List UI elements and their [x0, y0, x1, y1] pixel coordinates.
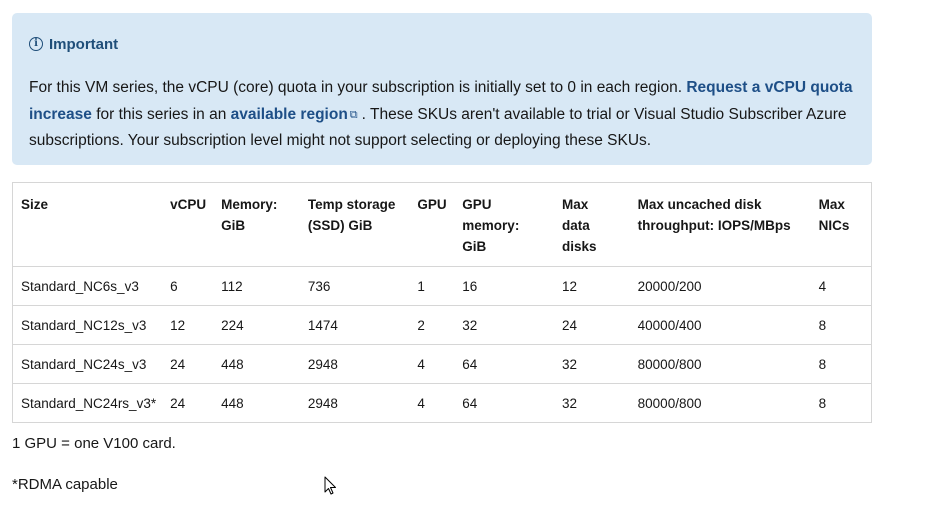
table-header-row: Size vCPU Memory: GiB Temp storage (SSD) G…: [13, 183, 872, 267]
mouse-cursor-icon: [324, 476, 336, 495]
cell-size: Standard_NC6s_v3: [12, 266, 163, 306]
cell-vcpu: 24: [162, 383, 214, 423]
info-icon: i: [29, 37, 43, 51]
alert-title-text: Important: [49, 35, 119, 53]
header-temp-storage: Temp storage (SSD) GiB: [307, 197, 396, 233]
important-alert: i Important For this VM series, the vCPU…: [12, 13, 872, 165]
available-region-link[interactable]: available region ⧉: [231, 106, 362, 123]
cell-gpu: 2: [409, 305, 455, 345]
cell-gpu-memory: 64: [454, 383, 554, 423]
header-gpu-memory: GPU memory: GiB: [462, 197, 520, 254]
cell-max-throughput: 80000/800: [629, 383, 811, 423]
cell-size: Standard_NC24s_v3: [12, 344, 163, 384]
cell-max-nics: 8: [810, 305, 872, 345]
cell-gpu: 4: [409, 383, 455, 423]
alert-text-1: For this VM series, the vCPU (core) quot…: [29, 79, 687, 96]
cell-size: Standard_NC24rs_v3*: [12, 383, 163, 423]
cell-gpu-memory: 32: [454, 305, 554, 345]
cell-memory: 448: [213, 344, 300, 384]
cell-temp-storage: 2948: [299, 383, 410, 423]
cell-gpu-memory: 64: [454, 344, 554, 384]
alert-title: i Important: [29, 33, 856, 55]
cell-max-nics: 8: [810, 344, 872, 384]
header-memory: Memory: GiB: [221, 197, 278, 233]
cell-temp-storage: 2948: [299, 344, 410, 384]
table-row: Standard_NC12s_v3 12 224 1474 2 32 24 40…: [12, 305, 872, 345]
cell-max-data-disks: 24: [553, 305, 630, 345]
rdma-note: *RDMA capable: [12, 476, 118, 493]
cell-max-nics: 4: [810, 266, 872, 306]
alert-text-2: for this series in an: [91, 105, 231, 123]
cell-vcpu: 6: [162, 266, 214, 306]
table-row: Standard_NC24rs_v3* 24 448 2948 4 64 32 …: [12, 383, 872, 423]
cell-size: Standard_NC12s_v3: [12, 305, 163, 345]
cell-temp-storage: 736: [299, 266, 410, 306]
available-region-link-label: available region: [230, 105, 348, 123]
header-gpu: GPU: [417, 197, 447, 212]
header-max-nics: Max NICs: [818, 197, 850, 233]
cell-gpu: 1: [409, 266, 455, 306]
cell-max-data-disks: 12: [553, 266, 630, 306]
cell-memory: 112: [213, 266, 300, 306]
header-vcpu: vCPU: [170, 197, 207, 212]
gpu-note: 1 GPU = one V100 card.: [12, 435, 176, 452]
sku-table: Size vCPU Memory: GiB Temp storage (SSD) G…: [12, 182, 872, 423]
cell-gpu-memory: 16: [454, 266, 554, 306]
cell-max-throughput: 40000/400: [629, 305, 811, 345]
cell-max-throughput: 20000/200: [629, 266, 811, 306]
cell-memory: 448: [213, 383, 300, 423]
cell-vcpu: 12: [162, 305, 214, 345]
cell-max-nics: 8: [810, 383, 872, 423]
alert-body: For this VM series, the vCPU (core) quot…: [29, 75, 856, 155]
header-max-data-disks: Max data disks: [561, 197, 597, 254]
table-row: Standard_NC6s_v3 6 112 736 1 16 12 20000…: [12, 266, 872, 306]
external-link-icon: ⧉: [349, 108, 358, 121]
header-size: Size: [21, 197, 49, 212]
cell-gpu: 4: [409, 344, 455, 384]
table-row: Standard_NC24s_v3 24 448 2948 4 64 32 80…: [12, 344, 872, 384]
cell-max-data-disks: 32: [553, 344, 630, 384]
cell-max-throughput: 80000/800: [629, 344, 811, 384]
cell-max-data-disks: 32: [553, 383, 630, 423]
cell-memory: 224: [213, 305, 300, 345]
cell-vcpu: 24: [162, 344, 214, 384]
cell-temp-storage: 1474: [299, 305, 410, 345]
header-max-throughput: Max uncached disk throughput: IOPS/MBps: [637, 197, 791, 233]
